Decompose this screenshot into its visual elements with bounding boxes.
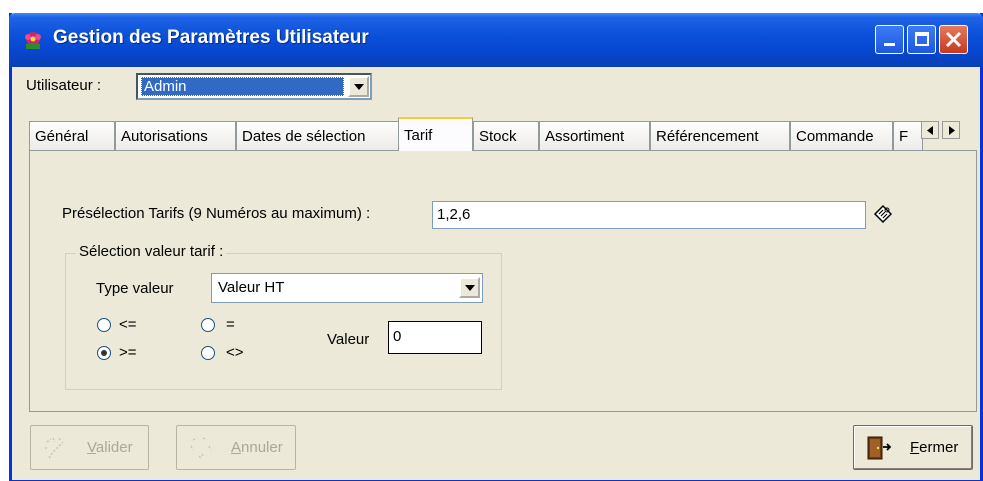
chevron-down-icon[interactable] bbox=[348, 76, 369, 97]
radio-not-equal[interactable] bbox=[201, 346, 215, 360]
preselection-label: Présélection Tarifs (9 Numéros au maximu… bbox=[62, 205, 371, 222]
type-valeur-label: Type valeur bbox=[96, 280, 174, 297]
door-exit-icon bbox=[867, 436, 892, 460]
minimize-button[interactable] bbox=[875, 25, 904, 54]
radio-not-equal-label: <> bbox=[226, 344, 244, 361]
validate-icon bbox=[45, 437, 64, 459]
valider-button[interactable]: Valider bbox=[30, 425, 149, 470]
tab-general[interactable]: Général bbox=[29, 121, 115, 151]
close-icon bbox=[945, 31, 962, 48]
close-button[interactable] bbox=[939, 25, 968, 54]
user-select[interactable]: Admin bbox=[136, 73, 372, 100]
arrow-left-icon bbox=[927, 126, 933, 135]
user-select-value: Admin bbox=[141, 77, 344, 96]
tab-scroll-right[interactable] bbox=[942, 121, 960, 139]
radio-greater-equal[interactable] bbox=[97, 346, 111, 360]
tab-dates-selection[interactable]: Dates de sélection bbox=[236, 121, 400, 151]
tab-tarif[interactable]: Tarif bbox=[398, 117, 473, 151]
valeur-label: Valeur bbox=[327, 331, 370, 348]
chevron-down-icon[interactable] bbox=[459, 277, 480, 298]
maximize-button[interactable] bbox=[907, 25, 936, 54]
valeur-input[interactable]: 0 bbox=[388, 321, 482, 354]
fermer-button[interactable]: Fermer bbox=[853, 425, 973, 470]
minimize-icon bbox=[884, 43, 895, 46]
window-title: Gestion des Paramètres Utilisateur bbox=[53, 27, 369, 48]
radio-less-equal-label: <= bbox=[119, 316, 137, 333]
app-flower-icon bbox=[25, 32, 41, 49]
tab-more[interactable]: F bbox=[893, 121, 923, 151]
user-label: Utilisateur : bbox=[26, 77, 102, 94]
lookup-icon[interactable] bbox=[872, 203, 894, 225]
tab-scroll-left[interactable] bbox=[921, 121, 939, 139]
valider-label: Valider bbox=[87, 439, 133, 456]
maximize-icon bbox=[915, 32, 929, 46]
preselection-input[interactable]: 1,2,6 bbox=[432, 201, 866, 229]
tab-stock[interactable]: Stock bbox=[473, 121, 539, 151]
annuler-button[interactable]: Annuler bbox=[176, 425, 296, 470]
radio-less-equal[interactable] bbox=[97, 318, 111, 332]
tab-assortiment[interactable]: Assortiment bbox=[539, 121, 650, 151]
tab-referencement[interactable]: Référencement bbox=[650, 121, 790, 151]
tab-strip: Général Autorisations Dates de sélection… bbox=[29, 117, 977, 151]
annuler-label: Annuler bbox=[231, 439, 283, 456]
radio-equal-label: = bbox=[226, 316, 235, 333]
radio-equal[interactable] bbox=[201, 318, 215, 332]
fermer-label: Fermer bbox=[910, 439, 959, 456]
type-valeur-select[interactable]: Valeur HT bbox=[211, 273, 483, 303]
tarif-value-group-title: Sélection valeur tarif : bbox=[76, 243, 227, 260]
type-valeur-value: Valeur HT bbox=[218, 279, 285, 296]
arrow-right-icon bbox=[949, 126, 955, 135]
title-bar[interactable]: Gestion des Paramètres Utilisateur bbox=[9, 13, 983, 67]
tab-commande[interactable]: Commande bbox=[790, 121, 893, 151]
tab-autorisations[interactable]: Autorisations bbox=[115, 121, 236, 151]
radio-greater-equal-label: >= bbox=[119, 344, 137, 361]
cancel-icon bbox=[190, 437, 212, 459]
